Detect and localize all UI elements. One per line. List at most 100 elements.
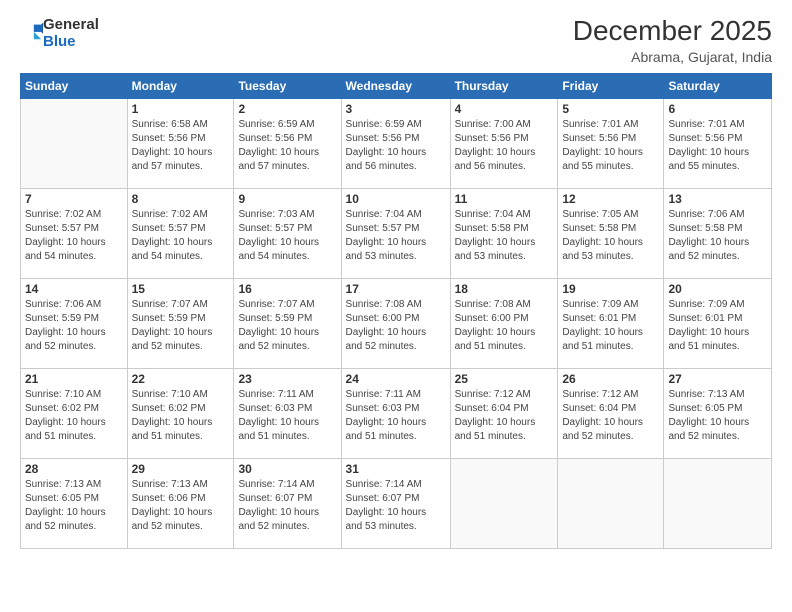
week-row-4: 21 Sunrise: 7:10 AMSunset: 6:02 PMDayligh… xyxy=(21,368,772,458)
day-info: Sunrise: 6:59 AMSunset: 5:56 PMDaylight:… xyxy=(238,118,336,174)
day-info: Sunrise: 7:07 AMSunset: 5:59 PMDaylight:… xyxy=(238,298,336,354)
day-info: Sunrise: 7:05 AMSunset: 5:58 PMDaylight:… xyxy=(562,208,659,264)
col-friday: Friday xyxy=(558,73,664,98)
day-number: 8 xyxy=(132,192,230,206)
calendar-cell-w1-d1 xyxy=(21,98,128,188)
day-info: Sunrise: 7:13 AMSunset: 6:06 PMDaylight:… xyxy=(132,478,230,534)
day-number: 16 xyxy=(238,282,336,296)
day-number: 9 xyxy=(238,192,336,206)
calendar-page: General Blue December 2025 Abrama, Gujar… xyxy=(0,0,792,612)
day-info: Sunrise: 7:08 AMSunset: 6:00 PMDaylight:… xyxy=(346,298,446,354)
calendar-cell-w4-d3: 23Sunrise: 7:11 AMSunset: 6:03 PMDayligh… xyxy=(234,368,341,458)
calendar-cell-w5-d6 xyxy=(558,458,664,548)
logo-icon xyxy=(21,20,43,42)
calendar-cell-w1-d4: 3 Sunrise: 6:59 AMSunset: 5:56 PMDaylight… xyxy=(341,98,450,188)
calendar-cell-w5-d4: 31 Sunrise: 7:14 AMSunset: 6:07 PMDayligh… xyxy=(341,458,450,548)
title-month: December 2025 xyxy=(573,16,772,47)
col-sunday: Sunday xyxy=(21,73,128,98)
day-number: 26 xyxy=(562,372,659,386)
day-number: 5 xyxy=(562,102,659,116)
day-number: 22 xyxy=(132,372,230,386)
day-number: 18 xyxy=(455,282,554,296)
day-info: Sunrise: 6:59 AMSunset: 5:56 PMDaylight:… xyxy=(346,118,446,174)
calendar-cell-w5-d7 xyxy=(664,458,772,548)
calendar-cell-w5-d5 xyxy=(450,458,558,548)
day-number: 2 xyxy=(238,102,336,116)
day-number: 13 xyxy=(668,192,767,206)
day-number: 24 xyxy=(346,372,446,386)
logo-blue: Blue xyxy=(43,33,76,50)
day-number: 11 xyxy=(455,192,554,206)
day-number: 17 xyxy=(346,282,446,296)
day-info: Sunrise: 6:58 AMSunset: 5:56 PMDaylight:… xyxy=(132,118,230,174)
calendar-cell-w4-d6: 26 Sunrise: 7:12 AMSunset: 6:04 PMDayligh… xyxy=(558,368,664,458)
day-info: Sunrise: 7:00 AMSunset: 5:56 PMDaylight:… xyxy=(455,118,554,174)
calendar-cell-w5-d1: 28 Sunrise: 7:13 AMSunset: 6:05 PMDayligh… xyxy=(21,458,128,548)
day-number: 7 xyxy=(25,192,123,206)
day-info: Sunrise: 7:11 AMSunset: 6:03 PMDaylight:… xyxy=(346,388,446,444)
day-info: Sunrise: 7:04 AMSunset: 5:58 PMDaylight:… xyxy=(455,208,554,264)
calendar-cell-w5-d2: 29Sunrise: 7:13 AMSunset: 6:06 PMDayligh… xyxy=(127,458,234,548)
day-info: Sunrise: 7:13 AMSunset: 6:05 PMDaylight:… xyxy=(25,478,123,534)
calendar-cell-w1-d2: 1Sunrise: 6:58 AMSunset: 5:56 PMDaylight… xyxy=(127,98,234,188)
day-number: 3 xyxy=(346,102,446,116)
calendar-cell-w3-d2: 15 Sunrise: 7:07 AMSunset: 5:59 PMDayligh… xyxy=(127,278,234,368)
day-info: Sunrise: 7:08 AMSunset: 6:00 PMDaylight:… xyxy=(455,298,554,354)
col-thursday: Thursday xyxy=(450,73,558,98)
col-wednesday: Wednesday xyxy=(341,73,450,98)
calendar-cell-w4-d5: 25Sunrise: 7:12 AMSunset: 6:04 PMDayligh… xyxy=(450,368,558,458)
day-number: 20 xyxy=(668,282,767,296)
day-info: Sunrise: 7:10 AMSunset: 6:02 PMDaylight:… xyxy=(132,388,230,444)
day-number: 4 xyxy=(455,102,554,116)
calendar-cell-w1-d3: 2 Sunrise: 6:59 AMSunset: 5:56 PMDaylight… xyxy=(234,98,341,188)
day-info: Sunrise: 7:07 AMSunset: 5:59 PMDaylight:… xyxy=(132,298,230,354)
calendar-cell-w1-d5: 4 Sunrise: 7:00 AMSunset: 5:56 PMDaylight… xyxy=(450,98,558,188)
week-row-1: 1Sunrise: 6:58 AMSunset: 5:56 PMDaylight… xyxy=(21,98,772,188)
calendar-cell-w2-d6: 12Sunrise: 7:05 AMSunset: 5:58 PMDayligh… xyxy=(558,188,664,278)
week-row-2: 7 Sunrise: 7:02 AMSunset: 5:57 PMDaylight… xyxy=(21,188,772,278)
day-info: Sunrise: 7:10 AMSunset: 6:02 PMDaylight:… xyxy=(25,388,123,444)
day-info: Sunrise: 7:02 AMSunset: 5:57 PMDaylight:… xyxy=(25,208,123,264)
day-info: Sunrise: 7:01 AMSunset: 5:56 PMDaylight:… xyxy=(562,118,659,174)
calendar-cell-w3-d7: 20 Sunrise: 7:09 AMSunset: 6:01 PMDayligh… xyxy=(664,278,772,368)
calendar-cell-w2-d2: 8 Sunrise: 7:02 AMSunset: 5:57 PMDaylight… xyxy=(127,188,234,278)
day-info: Sunrise: 7:13 AMSunset: 6:05 PMDaylight:… xyxy=(668,388,767,444)
day-info: Sunrise: 7:04 AMSunset: 5:57 PMDaylight:… xyxy=(346,208,446,264)
day-info: Sunrise: 7:06 AMSunset: 5:58 PMDaylight:… xyxy=(668,208,767,264)
day-number: 31 xyxy=(346,462,446,476)
calendar-cell-w3-d6: 19Sunrise: 7:09 AMSunset: 6:01 PMDayligh… xyxy=(558,278,664,368)
day-info: Sunrise: 7:09 AMSunset: 6:01 PMDaylight:… xyxy=(668,298,767,354)
title-location: Abrama, Gujarat, India xyxy=(573,49,772,65)
day-number: 21 xyxy=(25,372,123,386)
day-number: 19 xyxy=(562,282,659,296)
logo-text: General Blue xyxy=(43,16,99,51)
day-info: Sunrise: 7:14 AMSunset: 6:07 PMDaylight:… xyxy=(238,478,336,534)
title-block: December 2025 Abrama, Gujarat, India xyxy=(573,16,772,65)
calendar-cell-w4-d1: 21 Sunrise: 7:10 AMSunset: 6:02 PMDayligh… xyxy=(21,368,128,458)
day-info: Sunrise: 7:14 AMSunset: 6:07 PMDaylight:… xyxy=(346,478,446,534)
day-number: 30 xyxy=(238,462,336,476)
day-number: 27 xyxy=(668,372,767,386)
day-info: Sunrise: 7:01 AMSunset: 5:56 PMDaylight:… xyxy=(668,118,767,174)
calendar-cell-w1-d6: 5 Sunrise: 7:01 AMSunset: 5:56 PMDaylight… xyxy=(558,98,664,188)
day-number: 28 xyxy=(25,462,123,476)
day-number: 25 xyxy=(455,372,554,386)
header-row: Sunday Monday Tuesday Wednesday Thursday… xyxy=(21,73,772,98)
day-number: 23 xyxy=(238,372,336,386)
logo-general: General xyxy=(43,16,99,33)
calendar-cell-w5-d3: 30 Sunrise: 7:14 AMSunset: 6:07 PMDayligh… xyxy=(234,458,341,548)
day-info: Sunrise: 7:03 AMSunset: 5:57 PMDaylight:… xyxy=(238,208,336,264)
day-info: Sunrise: 7:12 AMSunset: 6:04 PMDaylight:… xyxy=(562,388,659,444)
calendar-table: Sunday Monday Tuesday Wednesday Thursday… xyxy=(20,73,772,549)
calendar-cell-w2-d4: 10Sunrise: 7:04 AMSunset: 5:57 PMDayligh… xyxy=(341,188,450,278)
calendar-cell-w1-d7: 6 Sunrise: 7:01 AMSunset: 5:56 PMDaylight… xyxy=(664,98,772,188)
header: General Blue December 2025 Abrama, Gujar… xyxy=(20,16,772,65)
calendar-cell-w2-d7: 13 Sunrise: 7:06 AMSunset: 5:58 PMDayligh… xyxy=(664,188,772,278)
calendar-cell-w3-d4: 17 Sunrise: 7:08 AMSunset: 6:00 PMDayligh… xyxy=(341,278,450,368)
day-number: 6 xyxy=(668,102,767,116)
day-number: 15 xyxy=(132,282,230,296)
day-info: Sunrise: 7:02 AMSunset: 5:57 PMDaylight:… xyxy=(132,208,230,264)
calendar-cell-w3-d5: 18 Sunrise: 7:08 AMSunset: 6:00 PMDayligh… xyxy=(450,278,558,368)
day-number: 14 xyxy=(25,282,123,296)
week-row-5: 28 Sunrise: 7:13 AMSunset: 6:05 PMDayligh… xyxy=(21,458,772,548)
